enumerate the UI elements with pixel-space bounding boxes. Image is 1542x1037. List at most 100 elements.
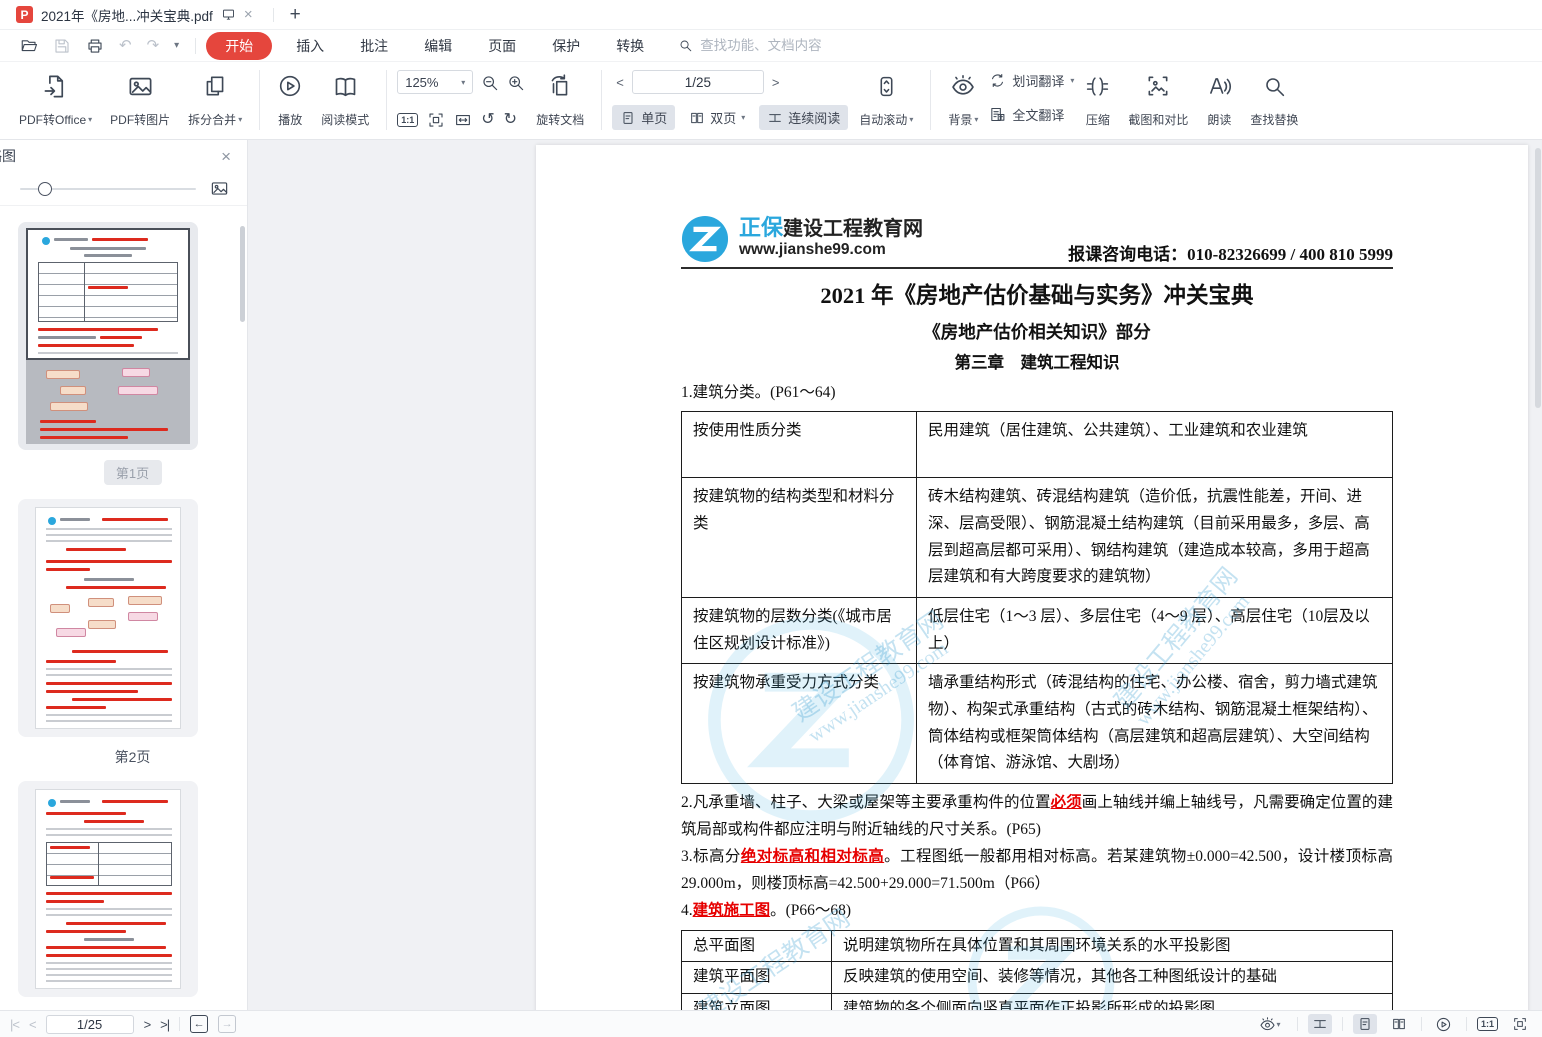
preview-redacted-mark	[46, 900, 104, 903]
pdf-reader-window: P 2021年《房地...冲关宝典.pdf × + ↶ ↷ ▾ 开始 插入 批注…	[0, 0, 1542, 1037]
compress-icon	[1085, 70, 1110, 102]
zoom-out-icon[interactable]	[480, 72, 499, 92]
preview-line	[60, 518, 90, 521]
list-item-4: 4.建筑施工图。(P66～68)	[681, 898, 1393, 925]
table-cell: 反映建筑的使用空间、装修等情况，其他各工种图纸设计的基础	[832, 962, 1393, 994]
page-2-preview	[35, 507, 181, 729]
single-page-icon	[1357, 1016, 1373, 1032]
play-button[interactable]	[1432, 1014, 1456, 1034]
fit-page-button[interactable]	[1508, 1014, 1532, 1034]
status-page-number-input[interactable]: 1/25	[46, 1015, 134, 1034]
next-page-icon[interactable]: >	[144, 1017, 151, 1032]
continuous-reading-icon	[1312, 1016, 1328, 1032]
building-classification-table: 按使用性质分类 民用建筑（居住建筑、公共建筑）、工业建筑和农业建筑 按建筑物的结…	[681, 411, 1393, 784]
customize-toolbar-chevron-icon[interactable]: ▾	[174, 41, 179, 51]
continuous-reading-toggle[interactable]	[1308, 1014, 1332, 1034]
status-separator	[1342, 1017, 1343, 1031]
double-page-toggle[interactable]: 双页▾	[681, 105, 753, 130]
thumbnail-item-3[interactable]	[18, 781, 247, 997]
play-button[interactable]: 播放	[270, 68, 310, 130]
split-merge-icon	[202, 70, 228, 102]
preview-redacted-mark	[46, 892, 172, 895]
thumbnail-item-2[interactable]: 第2页	[18, 499, 247, 767]
print-icon[interactable]	[86, 37, 104, 55]
menu-tab-edit[interactable]: 编辑	[406, 31, 470, 61]
next-page-icon[interactable]: >	[768, 75, 784, 90]
screenshot-compare-button[interactable]: 截图和对比	[1121, 68, 1195, 130]
last-page-icon[interactable]: >|	[160, 1017, 169, 1032]
search-input[interactable]	[700, 38, 920, 53]
preview-logo-dot	[48, 799, 56, 807]
auto-scroll-button[interactable]: 自动滚动▾	[852, 68, 920, 130]
thumbnail-card-selected[interactable]	[18, 222, 198, 450]
list-item-1: 1.建筑分类。(P61～64)	[681, 380, 1393, 406]
single-page-toggle[interactable]	[1353, 1014, 1377, 1034]
background-button[interactable]: 背景▾	[941, 68, 985, 130]
page-number-input[interactable]: 1/25	[632, 70, 764, 94]
global-search[interactable]	[678, 38, 920, 53]
sidebar-close-icon[interactable]: ×	[221, 148, 231, 165]
document-viewport[interactable]: 建设工程教育网 www.jianshe99.com 建设工程教育网 www.ji…	[248, 140, 1542, 1010]
menu-tab-protect[interactable]: 保护	[534, 31, 598, 61]
view-forward-button[interactable]: →	[218, 1015, 236, 1033]
fit-page-icon	[1512, 1016, 1528, 1032]
brand-url: www.jianshe99.com	[739, 241, 923, 259]
save-icon[interactable]	[53, 37, 71, 55]
background-eye-button[interactable]: ▾	[1253, 1014, 1287, 1034]
page-1-visible-region	[26, 228, 190, 360]
tab-close-icon[interactable]: ×	[244, 6, 253, 23]
preview-redacted-mark	[102, 518, 168, 521]
slider-knob[interactable]	[38, 182, 52, 196]
rotate-document-button[interactable]: 旋转文档	[529, 68, 591, 130]
document-scrollbar[interactable]	[1535, 148, 1541, 408]
split-merge-button[interactable]: 拆分合并▾	[181, 68, 249, 130]
single-page-toggle[interactable]: 单页	[612, 105, 675, 130]
continuous-reading-toggle[interactable]: 连续阅读	[759, 105, 848, 130]
fit-width-icon[interactable]	[454, 110, 472, 130]
preview-diagram-box	[122, 368, 150, 377]
pdf-to-image-button[interactable]: PDF转图片	[103, 68, 177, 130]
monitor-icon[interactable]	[221, 7, 236, 22]
word-translate-icon	[989, 72, 1006, 89]
rotate-right-icon[interactable]: ↻	[504, 112, 517, 128]
fit-page-icon[interactable]	[427, 110, 445, 130]
first-page-icon[interactable]: |<	[10, 1017, 19, 1032]
preview-line	[84, 578, 134, 581]
thumbnail-size-slider[interactable]	[20, 188, 196, 190]
read-aloud-button[interactable]: 朗读	[1199, 68, 1239, 130]
new-tab-button[interactable]: +	[284, 5, 307, 24]
compress-button[interactable]: 压缩	[1078, 68, 1117, 130]
search-icon	[678, 38, 693, 53]
thumbnail-item-1[interactable]: 第1页	[18, 222, 247, 485]
zoom-in-icon[interactable]	[506, 72, 525, 92]
menu-tab-comment[interactable]: 批注	[342, 31, 406, 61]
previous-page-icon[interactable]: <	[29, 1017, 36, 1032]
preview-text-block	[46, 714, 172, 724]
menu-tab-convert[interactable]: 转换	[598, 31, 662, 61]
zoom-level-select[interactable]: 125%▾	[397, 70, 473, 94]
double-page-toggle[interactable]	[1387, 1014, 1411, 1034]
view-back-button[interactable]: ←	[190, 1015, 208, 1033]
thumbnail-card[interactable]	[18, 781, 198, 997]
preview-redacted-mark	[46, 560, 172, 563]
thumbnail-card[interactable]	[18, 499, 198, 737]
pdf-to-office-button[interactable]: PDF转Office▾	[12, 68, 99, 130]
menu-tab-start[interactable]: 开始	[206, 32, 272, 60]
menu-tab-page[interactable]: 页面	[470, 31, 534, 61]
find-replace-button[interactable]: 查找替换	[1243, 68, 1305, 130]
redo-icon[interactable]: ↷	[147, 38, 160, 53]
sidebar-scrollbar[interactable]	[240, 226, 245, 322]
undo-icon[interactable]: ↶	[119, 38, 132, 53]
ribbon-separator	[259, 70, 260, 130]
word-translate-button[interactable]: 划词翻译▾	[989, 71, 1074, 90]
rotate-left-icon[interactable]: ↺	[481, 112, 494, 128]
previous-page-icon[interactable]: <	[612, 75, 628, 90]
menu-tab-insert[interactable]: 插入	[278, 31, 342, 61]
table-cell: 墙承重结构形式（砖混结构的住宅、办公楼、宿舍，剪力墙式建筑物）、构架式承重结构（…	[917, 664, 1393, 784]
document-tab[interactable]: P 2021年《房地...冲关宝典.pdf ×	[14, 0, 263, 30]
open-file-icon[interactable]	[20, 37, 38, 55]
actual-size-button[interactable]: 1:1	[1477, 1017, 1498, 1031]
actual-size-button[interactable]: 1:1	[397, 113, 418, 127]
reading-mode-button[interactable]: 阅读模式	[314, 68, 376, 130]
full-translate-button[interactable]: 全文翻译	[989, 105, 1074, 124]
